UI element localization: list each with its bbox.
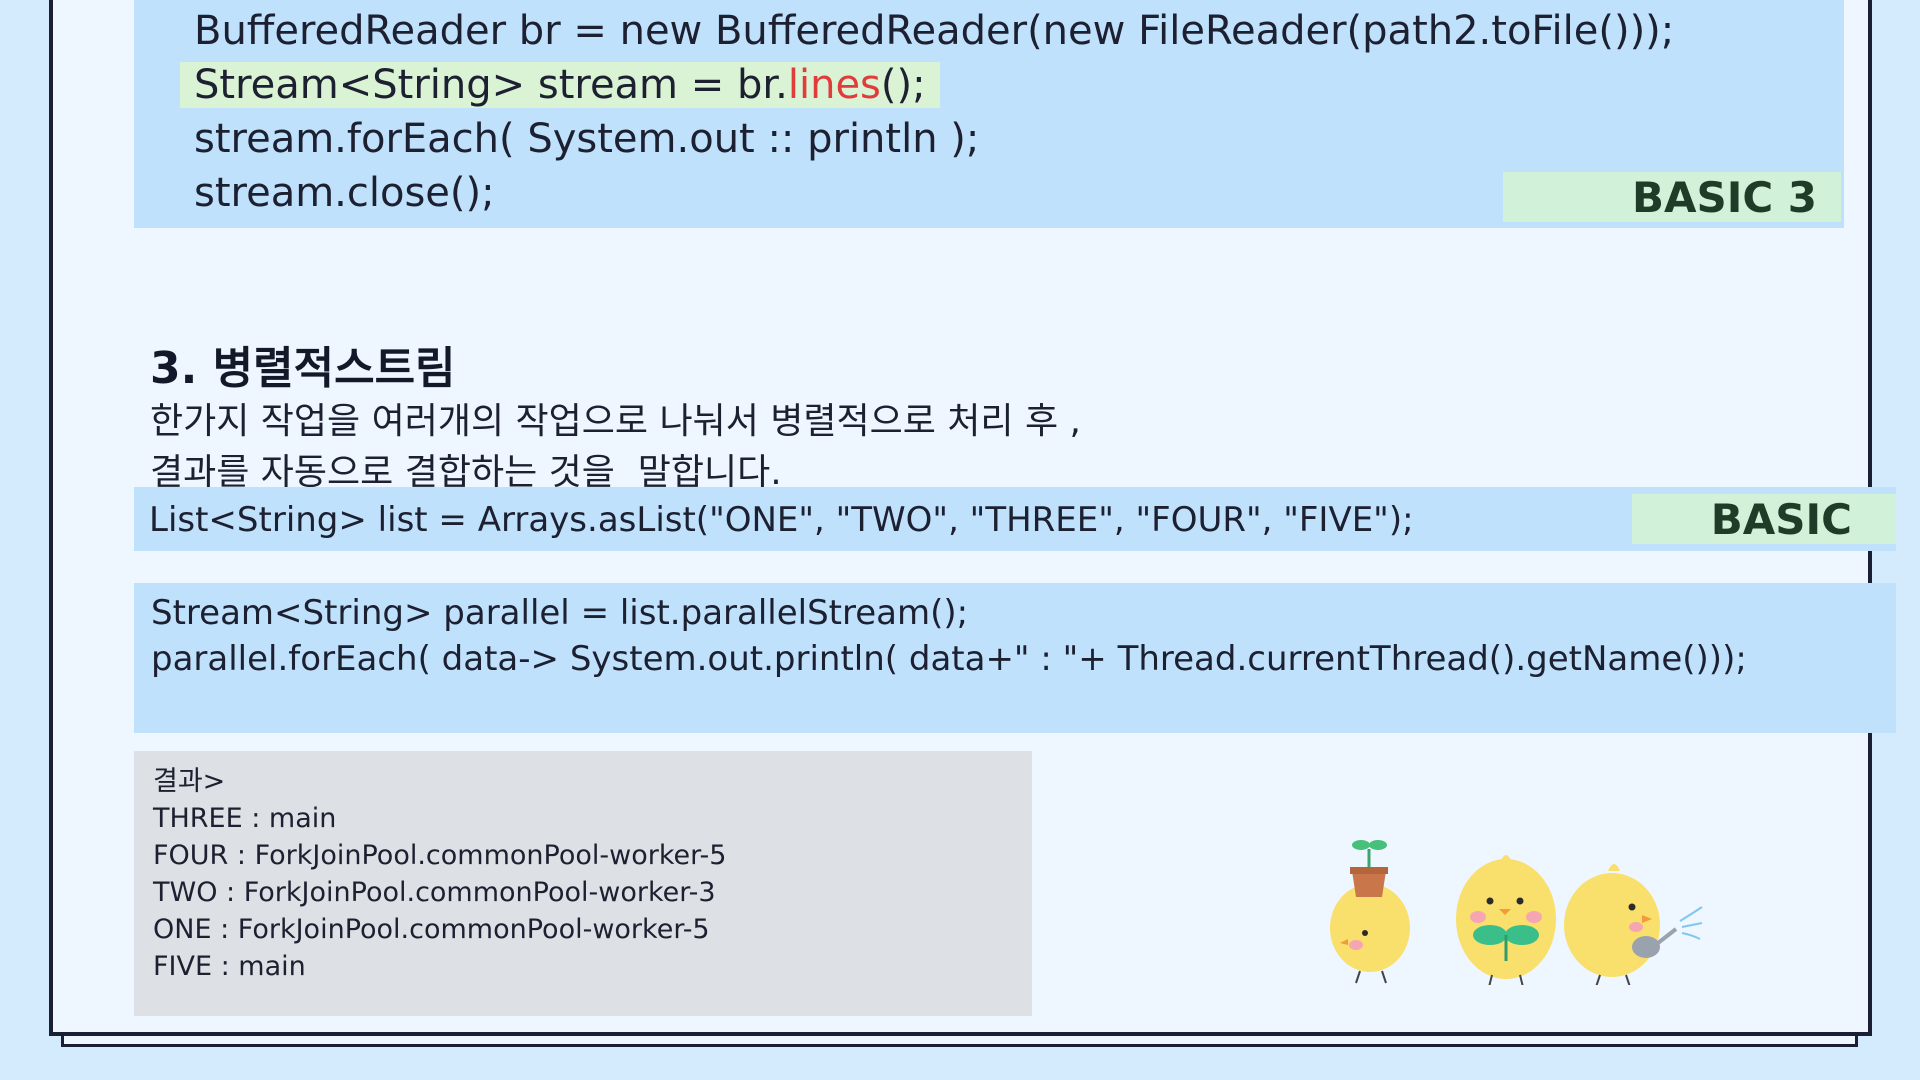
code-line-1: BufferedReader br = new BufferedReader(n… xyxy=(194,8,1675,54)
section-description-line-1: 한가지 작업을 여러개의 작업으로 나눠서 병렬적으로 처리 후 , xyxy=(150,401,1081,442)
parallel-code-line-2: parallel.forEach( data-> System.out.prin… xyxy=(151,639,1747,679)
code-line-4: stream.close(); xyxy=(194,170,495,216)
result-line: FIVE : main xyxy=(153,951,306,982)
result-line: TWO : ForkJoinPool.commonPool-worker-3 xyxy=(153,877,716,908)
code-line-2: Stream<String> stream = br.lines(); xyxy=(180,58,940,112)
document-sheet: BufferedReader br = new BufferedReader(n… xyxy=(49,0,1896,1036)
chick-illustrations xyxy=(1308,835,1758,988)
result-line: THREE : main xyxy=(153,803,337,834)
result-title: 결과> xyxy=(153,766,226,797)
highlighted-code: Stream<String> stream = br.lines(); xyxy=(180,62,940,108)
basic-tag: BASIC xyxy=(1632,494,1896,544)
chick-with-sprout-pot-icon xyxy=(1330,840,1410,984)
chick-holding-leaf-icon xyxy=(1456,855,1556,988)
result-line: ONE : ForkJoinPool.commonPool-worker-5 xyxy=(153,914,710,945)
parallel-code-line-1: Stream<String> parallel = list.parallelS… xyxy=(151,593,969,633)
basic-3-tag: BASIC 3 xyxy=(1503,172,1841,222)
chicks-svg xyxy=(1330,840,1703,988)
result-output-box: 결과> THREE : main FOUR : ForkJoinPool.com… xyxy=(134,751,1032,1016)
result-line: FOUR : ForkJoinPool.commonPool-worker-5 xyxy=(153,840,727,871)
code-line-3: stream.forEach( System.out :: println ); xyxy=(194,116,980,162)
code-block-parallel: Stream<String> parallel = list.parallelS… xyxy=(134,583,1896,733)
list-code-line: List<String> list = Arrays.asList("ONE",… xyxy=(149,500,1414,540)
chick-with-watering-can-icon xyxy=(1564,864,1703,988)
section-heading: 3. 병렬적스트림 xyxy=(150,343,456,394)
lines-method: lines xyxy=(787,62,881,108)
